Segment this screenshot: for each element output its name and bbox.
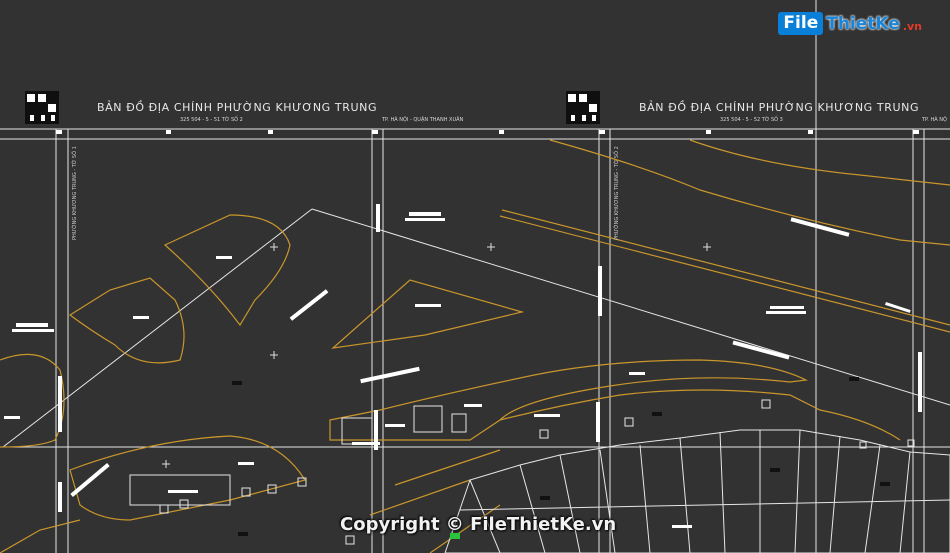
parcel-labels [4,204,922,528]
sheet-icon-2 [566,91,600,124]
sheet-1-title: BẢN ĐỒ ĐỊA CHÍNH PHƯỜNG KHƯƠNG TRUNG [97,101,378,114]
site-logo: File ThietKe .vn [778,12,922,35]
frame-ticks [56,130,919,134]
sheet-2-title: BẢN ĐỒ ĐỊA CHÍNH PHƯỜNG KHƯƠNG TRUNG [639,101,920,114]
sheet-2-location: TP. HÀ NỘ [922,117,947,123]
sheet-1-code: 325 504 - 5 - 51 TỜ SỐ 2 [180,117,243,123]
copyright-watermark: Copyright © FileThietKe.vn [340,514,617,535]
sheet-1-vertical-label: PHƯỜNG KHƯƠNG TRUNG - TỜ SỐ 1 [72,146,78,240]
sheet-2-code: 325 504 - 5 - 52 TỜ SỐ 3 [720,117,783,123]
logo-brand-text: ThietKe [826,13,900,34]
sheet-1-location: TP. HÀ NỘI - QUẬN THANH XUÂN [382,117,464,123]
cadastral-map [0,0,950,553]
sheet-frame [0,0,950,553]
grid-crosses [162,243,711,468]
point-markers [232,377,890,536]
logo-file-text: File [778,12,824,35]
sheet-2-vertical-label: PHƯỜNG KHƯƠNG TRUNG - TỜ SỐ 2 [614,146,620,240]
sheet-icon-1 [25,91,59,124]
logo-domain-suffix: .vn [902,20,922,33]
